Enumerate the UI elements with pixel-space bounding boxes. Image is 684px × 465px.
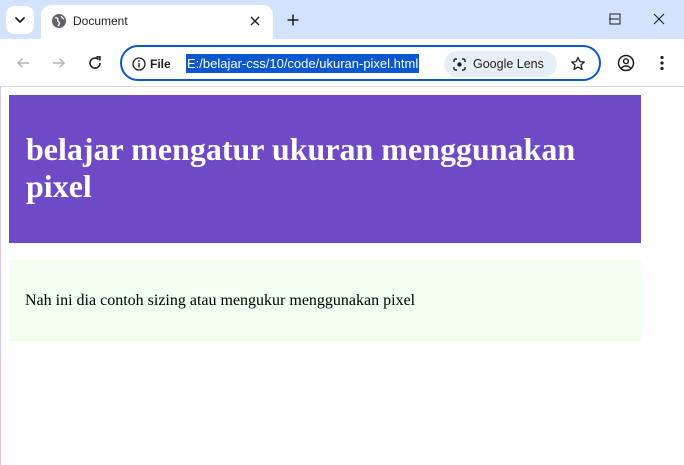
- url-text[interactable]: E:/belajar-css/10/code/ukuran-pixel.html: [186, 54, 420, 73]
- browser-toolbar: File E:/belajar-css/10/code/ukuran-pixel…: [0, 39, 684, 87]
- tab-search-button[interactable]: [6, 6, 34, 34]
- back-arrow-icon: [16, 57, 29, 69]
- forward-arrow-icon: [53, 57, 66, 69]
- browser-titlebar: Document: [0, 0, 684, 39]
- info-icon: [132, 57, 146, 71]
- browser-menu-button[interactable]: [650, 51, 674, 75]
- tab-title: Document: [73, 14, 128, 28]
- page-header: belajar mengatur ukuran menggunakan pixe…: [9, 95, 641, 243]
- chevron-down-icon: [15, 17, 25, 23]
- globe-icon: [52, 14, 66, 28]
- tab-document[interactable]: Document: [41, 5, 273, 39]
- address-bar[interactable]: File E:/belajar-css/10/code/ukuran-pixel…: [120, 45, 601, 81]
- reload-button[interactable]: [83, 51, 107, 75]
- close-window-button[interactable]: [637, 4, 681, 34]
- back-button[interactable]: [11, 51, 35, 75]
- bookmark-button[interactable]: [566, 52, 590, 76]
- profile-button[interactable]: [614, 51, 638, 75]
- lens-icon: [453, 57, 466, 71]
- content-section: Nah ini dia contoh sizing atau mengukur …: [9, 260, 641, 341]
- plus-icon: [287, 14, 299, 26]
- profile-icon: [617, 54, 635, 72]
- site-info-label: File: [150, 57, 171, 71]
- content-paragraph: Nah ini dia contoh sizing atau mengukur …: [25, 292, 416, 309]
- google-lens-label: Google Lens: [473, 57, 544, 71]
- close-icon: [653, 13, 665, 25]
- kebab-menu-icon: [660, 55, 664, 71]
- reload-icon: [89, 56, 101, 69]
- site-info-button[interactable]: File: [132, 54, 171, 74]
- page-viewport: belajar mengatur ukuran menggunakan pixe…: [0, 87, 684, 465]
- star-icon: [571, 56, 585, 71]
- maximize-icon: [609, 13, 621, 25]
- page-title: belajar mengatur ukuran menggunakan pixe…: [26, 131, 576, 204]
- close-icon: [250, 16, 260, 26]
- google-lens-button[interactable]: Google Lens: [444, 51, 557, 77]
- maximize-button[interactable]: [593, 4, 637, 34]
- new-tab-button[interactable]: [281, 8, 305, 32]
- forward-button[interactable]: [47, 51, 71, 75]
- tab-close-button[interactable]: [245, 11, 265, 31]
